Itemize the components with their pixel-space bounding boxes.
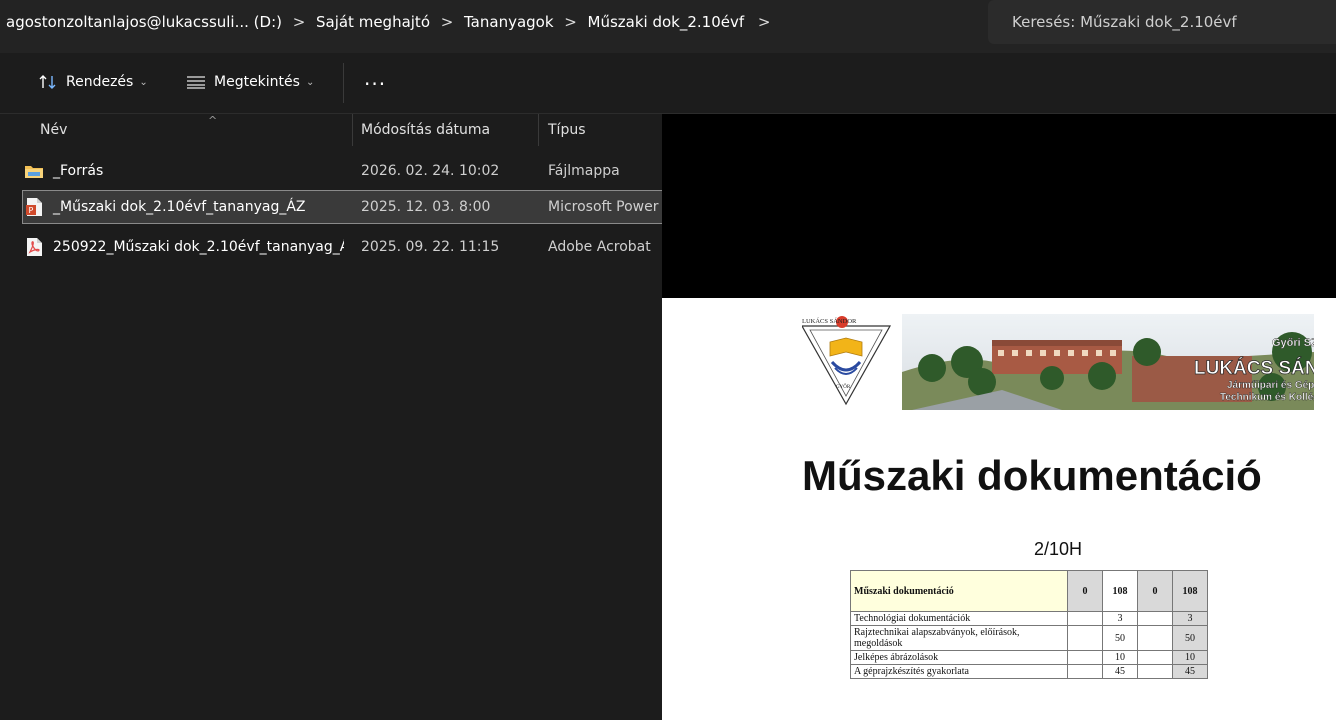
table-cell: 45 xyxy=(1172,664,1208,679)
table-row: Technológiai dokumentációk 3 3 xyxy=(850,611,1208,626)
breadcrumb: agostonzoltanlajos@lukacssuli... (D:) > … xyxy=(6,0,784,44)
sort-ascending-icon: ^ xyxy=(208,114,218,127)
table-cell: Rajztechnikai alapszabványok, előírások,… xyxy=(850,625,1068,651)
breadcrumb-item-current-folder[interactable]: Műszaki dok_2.10évf xyxy=(588,13,745,31)
table-cell xyxy=(1067,664,1103,679)
column-header-row: Név ^ Módosítás dátuma Típus xyxy=(0,114,662,146)
file-type: Adobe Acrobat xyxy=(548,239,651,255)
table-row: Rajztechnikai alapszabványok, előírások,… xyxy=(850,625,1208,651)
table-cell: 45 xyxy=(1102,664,1138,679)
search-input[interactable]: Keresés: Műszaki dok_2.10évf xyxy=(1012,13,1237,31)
curriculum-table: Műszaki dokumentáció 0 108 0 108 Technol… xyxy=(850,570,1208,679)
file-date: 2025. 12. 03. 8:00 xyxy=(361,199,491,215)
svg-text:P: P xyxy=(29,206,34,215)
file-name-cell: 250922_Műszaki dok_2.10évf_tananyag_ÁZ xyxy=(24,230,344,264)
search-box[interactable]: Keresés: Műszaki dok_2.10évf xyxy=(988,0,1336,44)
table-cell: 0 xyxy=(1137,570,1173,612)
more-options-button[interactable]: ... xyxy=(364,66,386,90)
banner-logo-text: LUKÁCS SÁNDOR xyxy=(802,317,857,325)
file-list: Név ^ Módosítás dátuma Típus _Forrás 202… xyxy=(0,114,680,720)
file-name: _Forrás xyxy=(53,163,104,179)
file-date: 2026. 02. 24. 10:02 xyxy=(361,163,500,179)
breadcrumb-item-tananyagok[interactable]: Tananyagok xyxy=(464,13,554,31)
table-cell xyxy=(1137,664,1173,679)
file-row-pdf[interactable]: 250922_Műszaki dok_2.10évf_tananyag_ÁZ 2… xyxy=(0,230,662,264)
file-row-forras[interactable]: _Forrás 2026. 02. 24. 10:02 Fájlmappa xyxy=(0,154,662,188)
chevron-down-icon: ⌄ xyxy=(305,76,315,88)
table-header-row: Műszaki dokumentáció 0 108 0 108 xyxy=(850,570,1208,612)
column-header-name[interactable]: Név xyxy=(40,114,67,146)
file-type: Microsoft Power xyxy=(548,199,659,215)
table-cell xyxy=(1137,625,1173,651)
view-list-icon xyxy=(186,75,206,89)
breadcrumb-separator[interactable]: > xyxy=(282,13,316,31)
breadcrumb-separator[interactable]: > xyxy=(430,13,464,31)
school-banner-image: LUKÁCS SÁNDOR GYŐR Győri SZC LUKÁCS SÁND… xyxy=(802,314,1314,410)
table-cell: 10 xyxy=(1172,650,1208,665)
file-date: 2025. 09. 22. 11:15 xyxy=(361,239,500,255)
table-cell: 108 xyxy=(1102,570,1138,612)
folder-icon xyxy=(24,161,44,181)
table-cell: Technológiai dokumentációk xyxy=(850,611,1068,626)
sort-button[interactable]: Rendezés ⌄ xyxy=(38,67,148,97)
table-cell: Jelképes ábrázolások xyxy=(850,650,1068,665)
view-button[interactable]: Megtekintés ⌄ xyxy=(186,67,314,97)
table-cell: 0 xyxy=(1067,570,1103,612)
file-name: _Műszaki dok_2.10évf_tananyag_ÁZ xyxy=(53,199,306,215)
table-cell: 3 xyxy=(1172,611,1208,626)
pdf-file-icon xyxy=(24,237,44,257)
table-cell: 3 xyxy=(1102,611,1138,626)
breadcrumb-separator[interactable]: > xyxy=(744,13,784,31)
table-cell: 10 xyxy=(1102,650,1138,665)
banner-logo-city: GYŐR xyxy=(836,384,851,390)
chevron-down-icon: ⌄ xyxy=(139,76,148,88)
address-bar: agostonzoltanlajos@lukacssuli... (D:) > … xyxy=(0,0,1336,53)
document-subtitle: 2/10H xyxy=(1034,539,1083,559)
column-divider[interactable] xyxy=(352,114,353,146)
column-divider[interactable] xyxy=(538,114,539,146)
table-cell: Műszaki dokumentáció xyxy=(850,570,1068,612)
banner-org: Győri SZC xyxy=(1272,337,1314,349)
table-cell: 50 xyxy=(1172,625,1208,651)
banner-line1: Járműipari és Gépészeti xyxy=(1227,380,1314,391)
document-title: Műszaki dokumentáció xyxy=(802,452,1262,499)
document-preview-page: LUKÁCS SÁNDOR GYŐR Győri SZC LUKÁCS SÁND… xyxy=(662,298,1336,720)
powerpoint-file-icon: P xyxy=(24,197,44,217)
breadcrumb-item-my-drive[interactable]: Saját meghajtó xyxy=(316,13,430,31)
table-cell: A géprajzkészítés gyakorlata xyxy=(850,664,1068,679)
table-cell xyxy=(1067,611,1103,626)
table-cell xyxy=(1067,650,1103,665)
banner-school-name: LUKÁCS SÁNDOR xyxy=(1194,357,1314,379)
table-cell xyxy=(1067,625,1103,651)
breadcrumb-item-drive[interactable]: agostonzoltanlajos@lukacssuli... (D:) xyxy=(6,13,282,31)
file-name: 250922_Műszaki dok_2.10évf_tananyag_ÁZ xyxy=(53,239,344,255)
table-row: Jelképes ábrázolások 10 10 xyxy=(850,650,1208,665)
table-cell: 50 xyxy=(1102,625,1138,651)
banner-line2: Technikum és Kollégium xyxy=(1220,392,1314,403)
file-name-cell: _Forrás xyxy=(24,154,344,188)
toolbar-divider xyxy=(343,63,344,103)
table-cell: 108 xyxy=(1172,570,1208,612)
column-header-date[interactable]: Módosítás dátuma xyxy=(361,114,490,146)
view-label: Megtekintés xyxy=(214,74,300,90)
table-cell xyxy=(1137,611,1173,626)
column-header-type[interactable]: Típus xyxy=(548,114,586,146)
file-name-cell: P _Műszaki dok_2.10évf_tananyag_ÁZ xyxy=(24,190,344,224)
file-type: Fájlmappa xyxy=(548,163,620,179)
file-row-pptx-selected[interactable]: P _Műszaki dok_2.10évf_tananyag_ÁZ 2025.… xyxy=(22,190,680,224)
sort-label: Rendezés xyxy=(66,74,134,90)
breadcrumb-separator[interactable]: > xyxy=(554,13,588,31)
table-cell xyxy=(1137,650,1173,665)
table-row: A géprajzkészítés gyakorlata 45 45 xyxy=(850,664,1208,679)
preview-pane: LUKÁCS SÁNDOR GYŐR Győri SZC LUKÁCS SÁND… xyxy=(662,114,1336,720)
sort-icon xyxy=(38,73,58,91)
